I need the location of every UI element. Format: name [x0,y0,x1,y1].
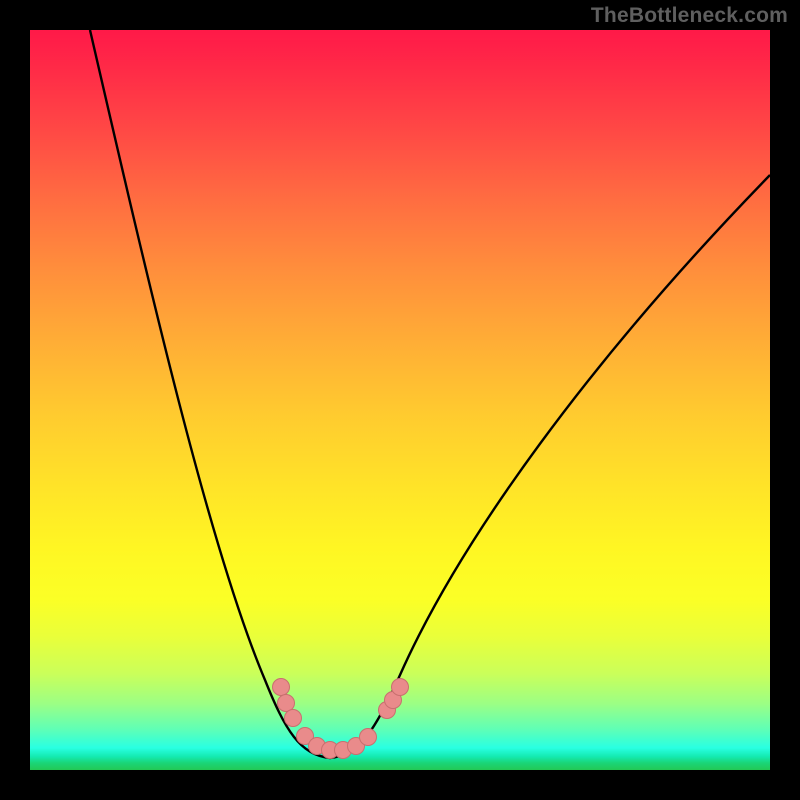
curve-marker [392,679,409,696]
curve-marker [360,729,377,746]
plot-area [30,30,770,770]
bottleneck-curve [90,30,770,758]
watermark: TheBottleneck.com [591,4,788,28]
chart-frame: TheBottleneck.com [0,0,800,800]
curve-marker [285,710,302,727]
curve-marker [278,695,295,712]
marker-group [273,679,409,759]
curve-marker [273,679,290,696]
chart-svg [30,30,770,770]
